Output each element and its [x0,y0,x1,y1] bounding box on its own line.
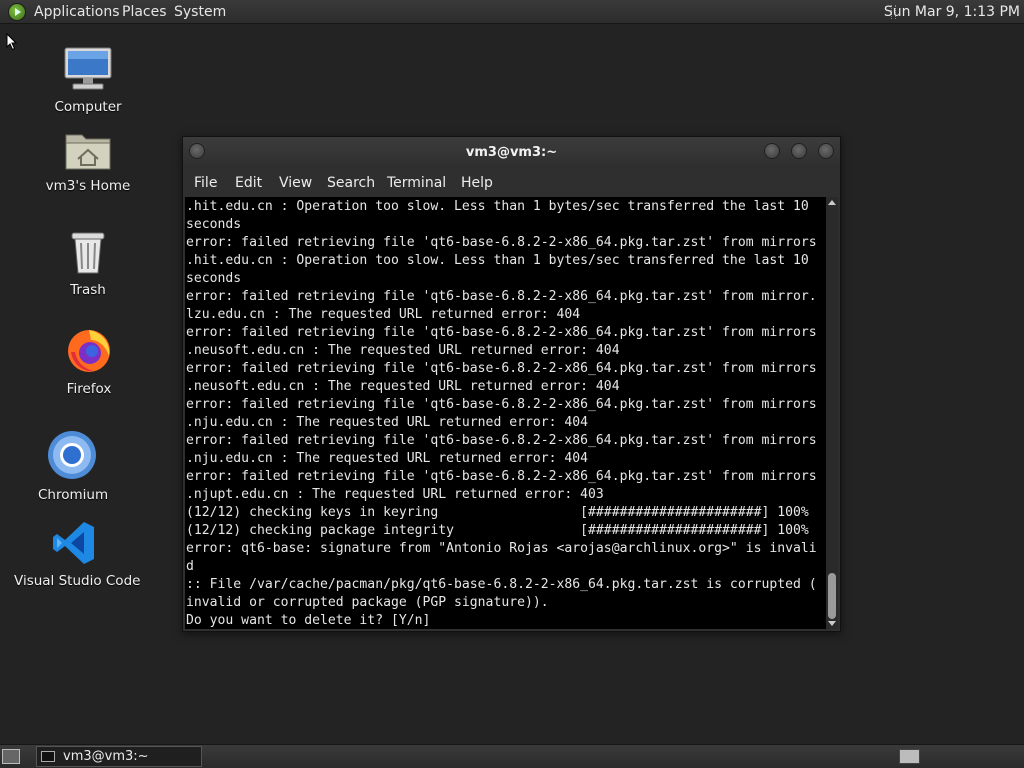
chromium-icon [48,431,96,479]
show-desktop-icon[interactable] [2,749,20,764]
desktop-icon-label: Computer [54,99,122,115]
terminal-line: error: failed retrieving file 'qt6-base-… [186,235,817,250]
terminal-line: .hit.edu.cn : Operation too slow. Less t… [186,253,809,268]
taskbar-item-label: vm3@vm3:~ [63,749,149,764]
terminal-icon [41,751,55,762]
terminal-line: (12/12) checking package integrity [####… [186,523,809,538]
home-folder-icon [65,134,111,170]
trash-icon [71,232,105,274]
computer-icon [64,47,112,90]
menu-view[interactable]: View [279,169,312,197]
desktop-icon-firefox[interactable]: Firefox [59,326,119,397]
terminal-line: Do you want to delete it? [Y/n] [186,613,431,628]
terminal-line: error: failed retrieving file 'qt6-base-… [186,289,817,304]
window-titlebar[interactable]: vm3@vm3:~ [183,137,840,169]
scroll-down-arrow-icon[interactable] [828,621,836,626]
terminal-line: .njupt.edu.cn : The requested URL return… [186,487,604,502]
terminal-output[interactable]: .hit.edu.cn : Operation too slow. Less t… [185,197,826,629]
menu-file[interactable]: File [194,169,217,197]
vscode-icon [53,522,94,564]
window-title: vm3@vm3:~ [465,145,558,160]
desktop-icon-computer[interactable]: Computer [48,46,128,115]
terminal-line: error: failed retrieving file 'qt6-base-… [186,361,817,376]
terminal-line: .neusoft.edu.cn : The requested URL retu… [186,379,620,394]
terminal-line: .neusoft.edu.cn : The requested URL retu… [186,343,620,358]
scrollbar-thumb[interactable] [828,573,836,619]
terminal-line: error: failed retrieving file 'qt6-base-… [186,469,817,484]
terminal-line: seconds [186,217,242,232]
terminal-line: error: failed retrieving file 'qt6-base-… [186,397,817,412]
menu-system[interactable]: System [174,0,226,24]
terminal-line: .nju.edu.cn : The requested URL returned… [186,415,589,430]
menu-applications[interactable]: Applications [34,0,120,24]
bottom-panel: vm3@vm3:~ [0,744,1024,768]
desktop-icon-label: Trash [70,282,106,298]
terminal-line: error: failed retrieving file 'qt6-base-… [186,433,817,448]
desktop-icon-home[interactable]: vm3's Home [43,129,133,194]
desktop-icon-vscode[interactable]: Visual Studio Code [14,520,141,589]
desktop-icon-label: Chromium [38,487,109,503]
terminal-line: :: File /var/cache/pacman/pkg/qt6-base-6… [186,577,817,592]
mouse-cursor-icon [6,33,18,51]
close-button[interactable] [818,143,834,159]
maximize-button[interactable] [791,143,807,159]
desktop-icon-label: Visual Studio Code [14,573,141,589]
workspace-switcher[interactable] [899,749,920,764]
terminal-menubar: File Edit View Search Terminal Help [183,169,840,197]
terminal-line: invalid or corrupted package (PGP signat… [186,595,549,610]
terminal-line: seconds [186,271,242,286]
minimize-button[interactable] [764,143,780,159]
terminal-line: error: qt6-base: signature from "Antonio… [186,541,817,556]
desktop-icon-label: vm3's Home [45,178,131,194]
taskbar-item-terminal[interactable]: vm3@vm3:~ [36,746,202,767]
menu-edit[interactable]: Edit [235,169,262,197]
scroll-up-arrow-icon[interactable] [828,200,836,205]
applications-logo-icon[interactable] [8,3,26,21]
terminal-line: d [186,559,194,574]
menu-places[interactable]: Places [122,0,167,24]
terminal-line: .nju.edu.cn : The requested URL returned… [186,451,589,466]
terminal-text: .hit.edu.cn : Operation too slow. Less t… [185,197,826,629]
desktop-icon-label: Firefox [66,381,112,397]
terminal-line: .hit.edu.cn : Operation too slow. Less t… [186,199,809,214]
top-panel: Applications Places System Sun Mar 9, 1:… [0,0,1024,24]
terminal-line: error: failed retrieving file 'qt6-base-… [186,325,817,340]
terminal-scrollbar[interactable] [826,197,838,629]
terminal-line: lzu.edu.cn : The requested URL returned … [186,307,581,322]
menu-search[interactable]: Search [327,169,375,197]
desktop-icon-chromium[interactable]: Chromium [38,430,109,503]
menu-terminal[interactable]: Terminal [387,169,446,197]
desktop-icon-trash[interactable]: Trash [58,229,118,298]
firefox-icon [68,330,110,372]
terminal-window[interactable]: vm3@vm3:~ File Edit View Search Terminal… [182,136,841,632]
clock[interactable]: Sun Mar 9, 1:13 PM [884,0,1020,24]
terminal-line: (12/12) checking keys in keyring [######… [186,505,809,520]
menu-help[interactable]: Help [461,169,493,197]
